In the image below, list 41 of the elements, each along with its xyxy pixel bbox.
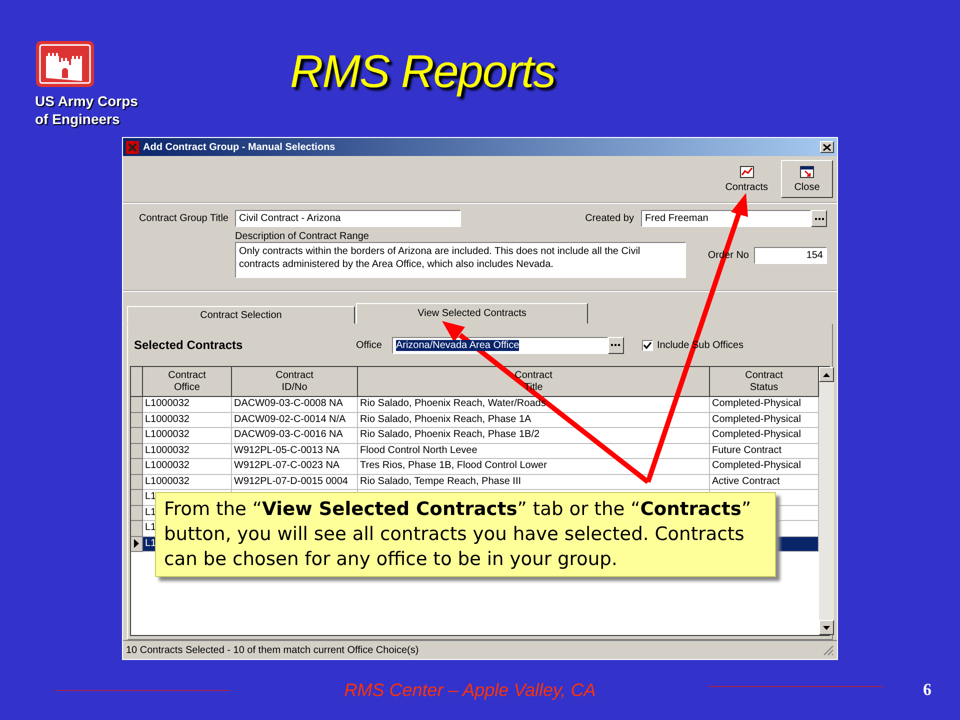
table-cell: L1000032 [143,428,232,444]
field-label: Contract Group Title [139,213,230,224]
slide-title: RMS Reports [290,44,556,99]
table-cell: DACW09-03-C-0016 NA [232,428,358,444]
table-cell: Rio Salado, Phoenix Reach, Phase 1A [358,412,710,428]
callout-text: From the “View Selected Contracts” tab or the “Contracts” button, you will see all contracts you have selected. Contracts can be chosen for any office to be in your group. [155,492,776,577]
input-field[interactable]: Civil Contract - Arizona [235,210,461,227]
section-heading: Selected Contracts [134,338,244,352]
close-window-button[interactable]: Close [781,160,833,198]
window-title: Add Contract Group - Manual Selections [143,142,336,152]
input-field[interactable]: 154 [754,247,827,264]
column-header[interactable]: Contract Office [143,367,232,397]
field-label: Office [356,340,382,350]
table-cell: Rio Salado, Tempe Reach, Phase III [358,474,710,490]
table-cell: DACW09-03-C-0008 NA [232,397,358,412]
table-cell: L1000032 [143,444,232,459]
table-cell: Tres Rios, Phase 1B, Flood Control Lower [358,459,710,474]
status-text: 10 Contracts Selected - 10 of them match current Office Choice(s) [126,644,419,656]
field-label: Created by [585,213,634,224]
column-header[interactable]: Contract ID/No [232,367,358,397]
table-cell: Flood Control North Levee [358,444,710,459]
table-cell: W912PL-05-C-0013 NA [232,444,358,459]
organization-name: US Army Corps of Engineers [35,92,139,128]
table-cell: Rio Salado, Phoenix Reach, Phase 1B/2 [358,428,710,444]
table-cell: DACW09-02-C-0014 N/A [232,412,358,428]
text-area[interactable]: Only contracts within the borders of Arizona are included. This does not include all the Civil contracts administered by the Area Office, which also includes Nevada. [235,242,686,278]
column-header[interactable]: Contract Status [710,367,819,397]
table-cell: W912PL-07-D-0015 0004 [232,474,358,490]
tab[interactable]: View Selected Contracts [356,303,588,324]
office-field[interactable]: Arizona/Nevada Area Office [392,336,608,354]
table-cell: L1000032 [143,412,232,428]
table-cell: L1000032 [143,474,232,490]
table-cell: L1000032 [143,459,232,474]
table-cell: L1000032 [143,397,232,412]
footer-text: RMS Center – Apple Valley, CA [343,680,597,700]
table-cell: Rio Salado, Phoenix Reach, Water/Roads [358,397,710,412]
tab[interactable]: Contract Selection [127,306,355,324]
input-field[interactable]: Fred Freeman [641,210,811,227]
table-cell: W912PL-07-C-0023 NA [232,459,358,474]
field-label: Description of Contract Range [235,231,370,242]
page-number: 6 [923,680,932,700]
